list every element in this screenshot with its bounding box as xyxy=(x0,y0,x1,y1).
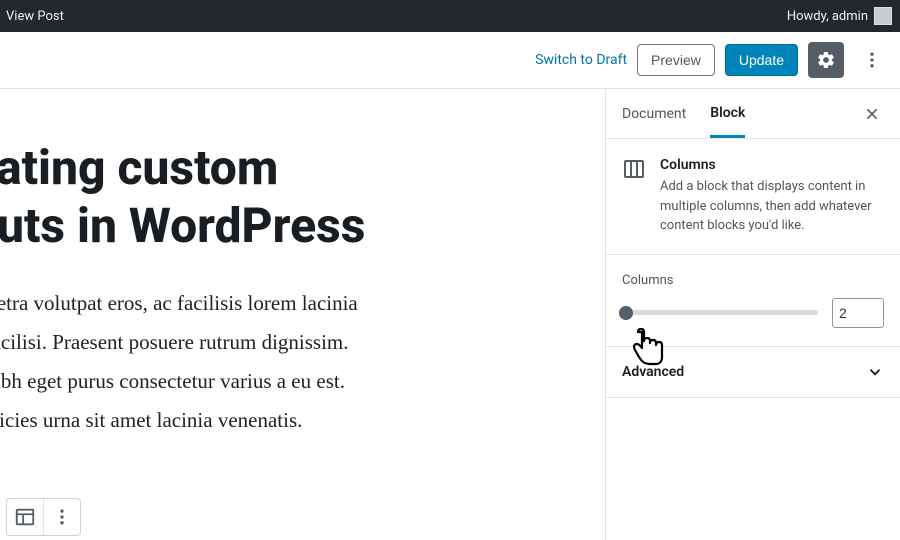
editor-canvas[interactable]: eating custom outs in WordPress haretra … xyxy=(0,88,605,540)
preview-button[interactable]: Preview xyxy=(637,44,715,76)
block-toolbar xyxy=(6,498,81,536)
settings-button[interactable] xyxy=(808,42,844,78)
switch-to-draft-link[interactable]: Switch to Draft xyxy=(535,52,627,68)
post-body[interactable]: haretra volutpat eros, ac facilisis lore… xyxy=(0,284,605,439)
more-menu-button[interactable] xyxy=(854,42,890,78)
update-button[interactable]: Update xyxy=(725,44,798,76)
post-title[interactable]: eating custom outs in WordPress xyxy=(0,99,605,284)
block-more-button[interactable] xyxy=(44,499,80,535)
close-sidebar-button[interactable] xyxy=(860,106,884,122)
block-type-button[interactable] xyxy=(7,499,43,535)
block-description: Add a block that displays content in mul… xyxy=(660,177,884,236)
layout-icon xyxy=(14,506,36,528)
avatar[interactable] xyxy=(874,7,892,25)
block-name: Columns xyxy=(660,157,884,173)
chevron-down-icon xyxy=(866,363,884,381)
columns-icon xyxy=(622,157,646,181)
tab-document[interactable]: Document xyxy=(622,92,686,136)
columns-slider[interactable] xyxy=(622,310,818,315)
adminbar-view-post[interactable]: View Post xyxy=(0,9,64,24)
columns-label: Columns xyxy=(622,273,884,288)
tab-block[interactable]: Block xyxy=(710,91,745,138)
advanced-panel-toggle[interactable]: Advanced xyxy=(606,347,900,398)
close-icon xyxy=(864,106,880,122)
columns-number-input[interactable] xyxy=(832,298,884,328)
adminbar-greeting[interactable]: Howdy, admin xyxy=(787,9,868,24)
ellipsis-vertical-icon xyxy=(52,507,72,527)
gear-icon xyxy=(816,50,836,70)
slider-thumb[interactable] xyxy=(619,306,633,320)
ellipsis-vertical-icon xyxy=(862,50,882,70)
